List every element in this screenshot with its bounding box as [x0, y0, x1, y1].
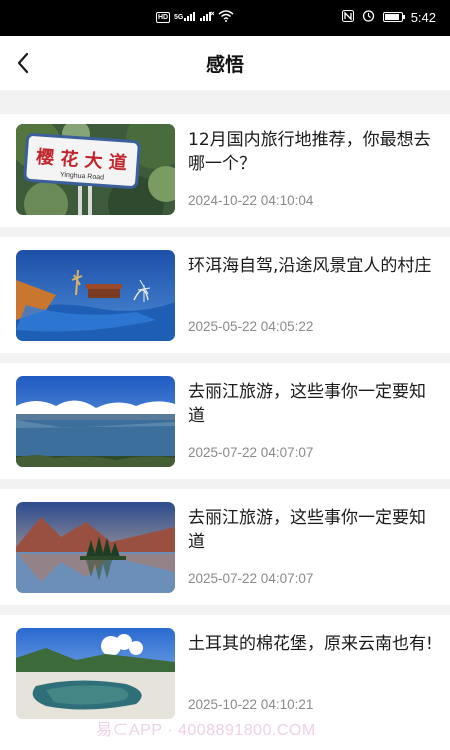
article-card[interactable]: 去丽江旅游，这些事你一定要知道 2025-07-22 04:07:07 [0, 502, 450, 611]
signal-icon [200, 11, 215, 24]
list-separator [0, 479, 450, 489]
article-card[interactable]: 去丽江旅游，这些事你一定要知道 2025-07-22 04:07:07 [0, 376, 450, 485]
article-title: 环洱海自驾,沿途风景宜人的村庄 [188, 256, 432, 276]
article-date: 2025-10-22 04:10:21 [188, 697, 314, 712]
article-date: 2025-07-22 04:07:07 [188, 445, 314, 460]
article-card[interactable]: 环洱海自驾,沿途风景宜人的村庄 2025-05-22 04:05:22 [0, 250, 450, 359]
battery-icon [382, 12, 405, 22]
article-card[interactable]: 樱 花 大 道 Yinghua Road 12月国内旅行地推荐，你最想去哪一个？… [0, 124, 450, 233]
status-left-indicators: HD 5G [156, 10, 234, 24]
signal-5g-icon: 5G [174, 11, 196, 24]
article-thumbnail-road-sign: 樱 花 大 道 Yinghua Road [16, 124, 175, 215]
article-title: 12月国内旅行地推荐，你最想去哪一个？ [188, 130, 431, 174]
svg-text:5G: 5G [174, 14, 184, 21]
watermark: 易⊂APP · 4008891800.COM [96, 722, 316, 739]
list-separator [0, 605, 450, 615]
article-thumbnail-lake-island [16, 502, 175, 593]
article-thumbnail-white-terraces [16, 628, 175, 719]
battery-level [384, 14, 399, 20]
list-separator [0, 90, 450, 114]
list-separator [0, 227, 450, 237]
article-thumbnail-lake-village [16, 250, 175, 341]
article-title: 土耳其的棉花堡，原来云南也有! [188, 634, 433, 654]
article-thumbnail-mountain-lake [16, 376, 175, 467]
status-bar: HD 5G 5:42 [0, 0, 450, 36]
page-title: 感悟 [205, 54, 244, 76]
wifi-icon [218, 10, 234, 24]
status-time: 5:42 [410, 9, 436, 25]
hd-icon: HD [156, 11, 171, 23]
article-title: 去丽江旅游，这些事你一定要知道 [188, 382, 426, 426]
header: 感悟 [0, 36, 450, 90]
article-date: 2024-10-22 04:10:04 [188, 193, 314, 208]
status-right-indicators: 5:42 [341, 9, 436, 25]
article-date: 2025-07-22 04:07:07 [188, 571, 314, 586]
nfc-icon [341, 9, 354, 25]
list-separator [0, 353, 450, 363]
article-date: 2025-05-22 04:05:22 [188, 319, 314, 334]
alarm-icon [362, 9, 375, 25]
article-title: 去丽江旅游，这些事你一定要知道 [188, 508, 426, 552]
